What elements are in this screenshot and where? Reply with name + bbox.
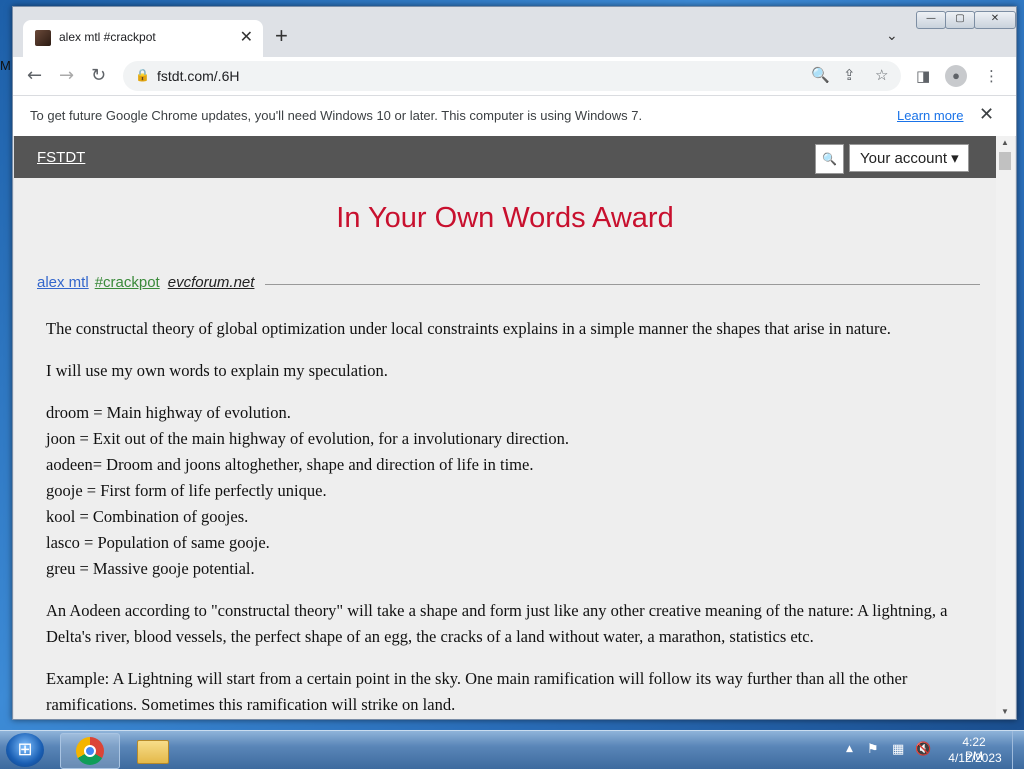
tab-active[interactable]: alex mtl #crackpot ✕	[23, 20, 263, 57]
url-text[interactable]: fstdt.com/.6H	[157, 68, 239, 84]
post-paragraph: The constructal theory of global optimiz…	[46, 319, 891, 338]
chrome-icon	[76, 737, 104, 765]
site-logo[interactable]: FSTDT	[37, 149, 85, 166]
tab-strip: alex mtl #crackpot ✕ + ⌄ — ▢ ✕	[13, 7, 1016, 57]
learn-more-link[interactable]: Learn more	[897, 108, 963, 123]
author-link[interactable]: alex mtl	[37, 274, 89, 291]
scroll-thumb[interactable]	[999, 152, 1011, 170]
desktop-edge-text: M	[0, 58, 11, 73]
volume-muted-icon[interactable]: 🔇	[915, 742, 931, 757]
award-title: In Your Own Words Award	[336, 202, 674, 234]
post-paragraph: An Aodeen according to "constructal theo…	[46, 601, 948, 646]
back-button[interactable]: ←	[27, 65, 42, 86]
close-window-button[interactable]: ✕	[974, 11, 1016, 29]
account-dropdown[interactable]: Your account ▾	[849, 144, 969, 172]
update-infobar: To get future Google Chrome updates, you…	[13, 95, 1016, 137]
minimize-button[interactable]: —	[916, 11, 946, 29]
share-icon[interactable]: ⇪	[843, 66, 856, 84]
star-icon[interactable]: ☆	[875, 66, 888, 84]
vertical-scrollbar[interactable]: ▲ ▼	[996, 136, 1015, 719]
tab-close-icon[interactable]: ✕	[240, 27, 253, 47]
profile-icon[interactable]: ●	[945, 65, 967, 87]
definition-item: gooje = First form of life perfectly uni…	[46, 481, 327, 500]
site-header: FSTDT 🔍 Your account ▾	[14, 136, 996, 178]
taskbar: ⊞ ▲ ⚑ ▦ 🔇 4:22 PM 4/12/2023	[0, 730, 1024, 769]
chrome-window: alex mtl #crackpot ✕ + ⌄ — ▢ ✕ ← → ↻ 🔒 f…	[12, 6, 1017, 720]
action-center-flag-icon[interactable]: ⚑	[867, 742, 879, 757]
site-search-button[interactable]: 🔍	[815, 144, 844, 174]
toolbar: ← → ↻ 🔒 fstdt.com/.6H 🔍 ⇪ ☆ ◨ ● ⋮	[13, 57, 1016, 95]
post-meta: alex mtl #crackpot evcforum.net	[37, 274, 980, 294]
definition-item: aodeen= Droom and joons altoghether, sha…	[46, 455, 534, 474]
infobar-message: To get future Google Chrome updates, you…	[30, 108, 643, 123]
definition-item: greu = Massive gooje potential.	[46, 559, 255, 578]
folder-icon	[137, 740, 169, 764]
tray-expand-icon[interactable]: ▲	[846, 744, 853, 754]
reload-button[interactable]: ↻	[91, 65, 106, 86]
address-bar[interactable]: 🔒 fstdt.com/.6H 🔍 ⇪ ☆	[123, 61, 901, 91]
post-paragraph: I will use my own words to explain my sp…	[46, 361, 388, 380]
definition-item: joon = Exit out of the main highway of e…	[46, 429, 569, 448]
forward-button[interactable]: →	[59, 65, 74, 86]
definition-list: droom = Main highway of evolution. joon …	[46, 400, 976, 582]
maximize-button[interactable]: ▢	[945, 11, 975, 29]
taskbar-chrome[interactable]	[60, 733, 120, 769]
search-icon[interactable]: 🔍	[811, 66, 830, 84]
tab-search-icon[interactable]: ⌄	[886, 27, 898, 44]
favicon-icon	[35, 30, 51, 46]
menu-icon[interactable]: ⋮	[984, 67, 999, 85]
network-icon[interactable]: ▦	[892, 742, 904, 757]
tab-title: alex mtl #crackpot	[59, 30, 156, 44]
lock-icon[interactable]: 🔒	[135, 68, 150, 82]
start-button[interactable]: ⊞	[6, 733, 44, 767]
source-link[interactable]: evcforum.net	[168, 274, 255, 291]
tag-link[interactable]: #crackpot	[95, 274, 160, 291]
meta-divider	[265, 284, 980, 285]
infobar-close-icon[interactable]: ✕	[979, 104, 994, 125]
definition-item: lasco = Population of same gooje.	[46, 533, 270, 552]
page-viewport: FSTDT 🔍 Your account ▾ In Your Own Words…	[14, 136, 996, 719]
clock-date[interactable]: 4/12/2023	[946, 751, 1004, 765]
show-desktop-button[interactable]	[1012, 731, 1024, 769]
taskbar-explorer[interactable]	[122, 733, 182, 769]
window-controls: — ▢ ✕	[916, 11, 1016, 29]
post-paragraph: Example: A Lightning will start from a c…	[46, 669, 908, 714]
scroll-up-icon[interactable]: ▲	[1001, 138, 1009, 147]
side-panel-icon[interactable]: ◨	[916, 67, 930, 85]
definition-item: kool = Combination of goojes.	[46, 507, 249, 526]
post-body: The constructal theory of global optimiz…	[46, 316, 976, 719]
scroll-down-icon[interactable]: ▼	[1001, 707, 1009, 716]
new-tab-button[interactable]: +	[275, 25, 288, 47]
definition-item: droom = Main highway of evolution.	[46, 403, 291, 422]
